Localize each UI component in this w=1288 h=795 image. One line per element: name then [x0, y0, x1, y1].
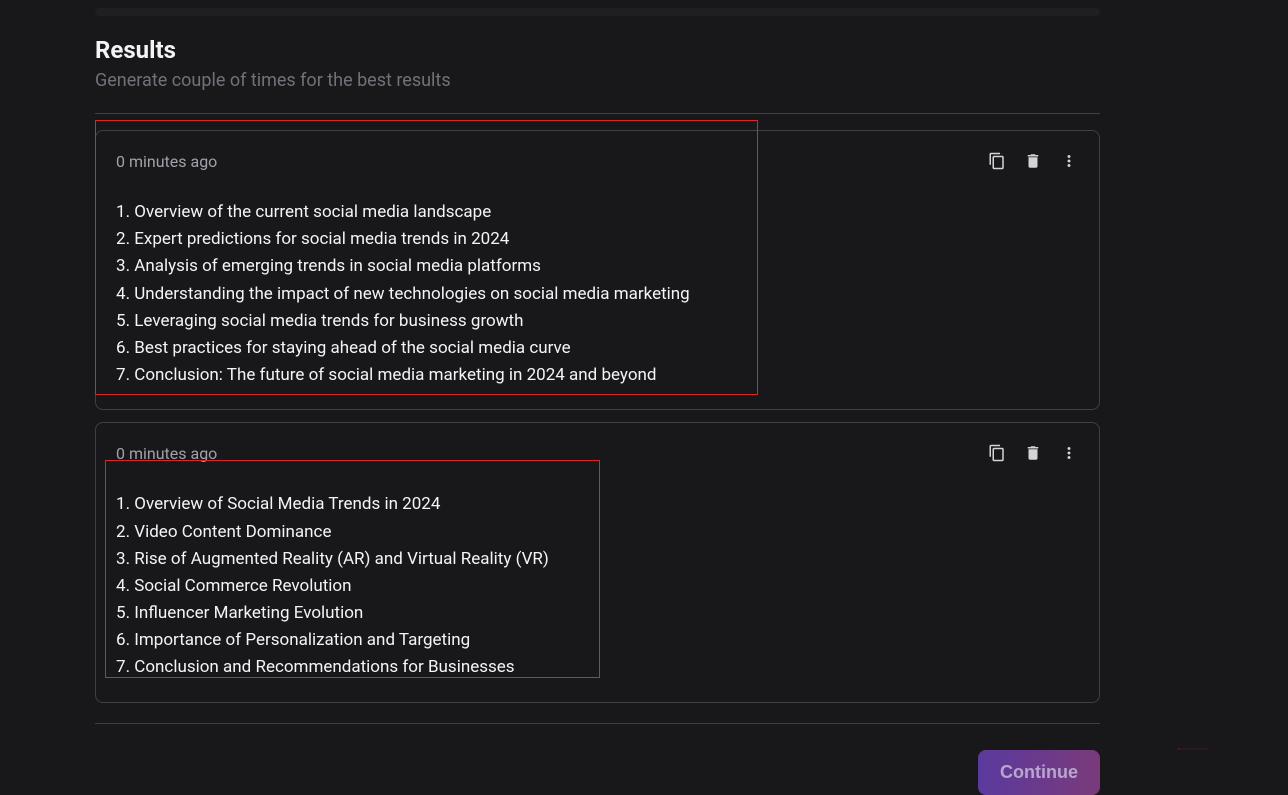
- list-item: Leveraging social media trends for busin…: [116, 308, 1079, 335]
- result-card: 0 minutes ago Overview of the current soc…: [95, 130, 1100, 410]
- list-item: Analysis of emerging trends in social me…: [116, 253, 1079, 280]
- list-item: Rise of Augmented Reality (AR) and Virtu…: [116, 546, 1079, 573]
- more-icon[interactable]: [1059, 151, 1079, 171]
- list-item: Best practices for staying ahead of the …: [116, 335, 1079, 362]
- list-item: Conclusion and Recommendations for Busin…: [116, 654, 1079, 681]
- list-item: Expert predictions for social media tren…: [116, 226, 1079, 253]
- list-item: Understanding the impact of new technolo…: [116, 281, 1079, 308]
- result-card-header: 0 minutes ago: [116, 443, 1079, 463]
- list-item: Importance of Personalization and Target…: [116, 627, 1079, 654]
- result-actions: [987, 151, 1079, 171]
- result-list: Overview of the current social media lan…: [116, 199, 1079, 389]
- copy-icon[interactable]: [987, 151, 1007, 171]
- trash-icon[interactable]: [1023, 443, 1043, 463]
- result-list: Overview of Social Media Trends in 2024V…: [116, 491, 1079, 681]
- annotation-arrow: [1113, 748, 1273, 750]
- bottom-divider: [95, 723, 1100, 724]
- results-subtitle: Generate couple of times for the best re…: [95, 70, 1100, 91]
- result-timestamp: 0 minutes ago: [116, 152, 217, 171]
- list-item: Video Content Dominance: [116, 519, 1079, 546]
- top-bar: [95, 8, 1100, 16]
- trash-icon[interactable]: [1023, 151, 1043, 171]
- list-item: Influencer Marketing Evolution: [116, 600, 1079, 627]
- divider: [95, 113, 1100, 114]
- result-card: 0 minutes ago Overview of Social Media Tr…: [95, 422, 1100, 702]
- list-item: Overview of Social Media Trends in 2024: [116, 491, 1079, 518]
- list-item: Overview of the current social media lan…: [116, 199, 1079, 226]
- result-card-header: 0 minutes ago: [116, 151, 1079, 171]
- more-icon[interactable]: [1059, 443, 1079, 463]
- list-item: Conclusion: The future of social media m…: [116, 362, 1079, 389]
- result-actions: [987, 443, 1079, 463]
- list-item: Social Commerce Revolution: [116, 573, 1079, 600]
- copy-icon[interactable]: [987, 443, 1007, 463]
- result-timestamp: 0 minutes ago: [116, 444, 217, 463]
- continue-button[interactable]: Continue: [978, 750, 1100, 795]
- results-title: Results: [95, 36, 1100, 64]
